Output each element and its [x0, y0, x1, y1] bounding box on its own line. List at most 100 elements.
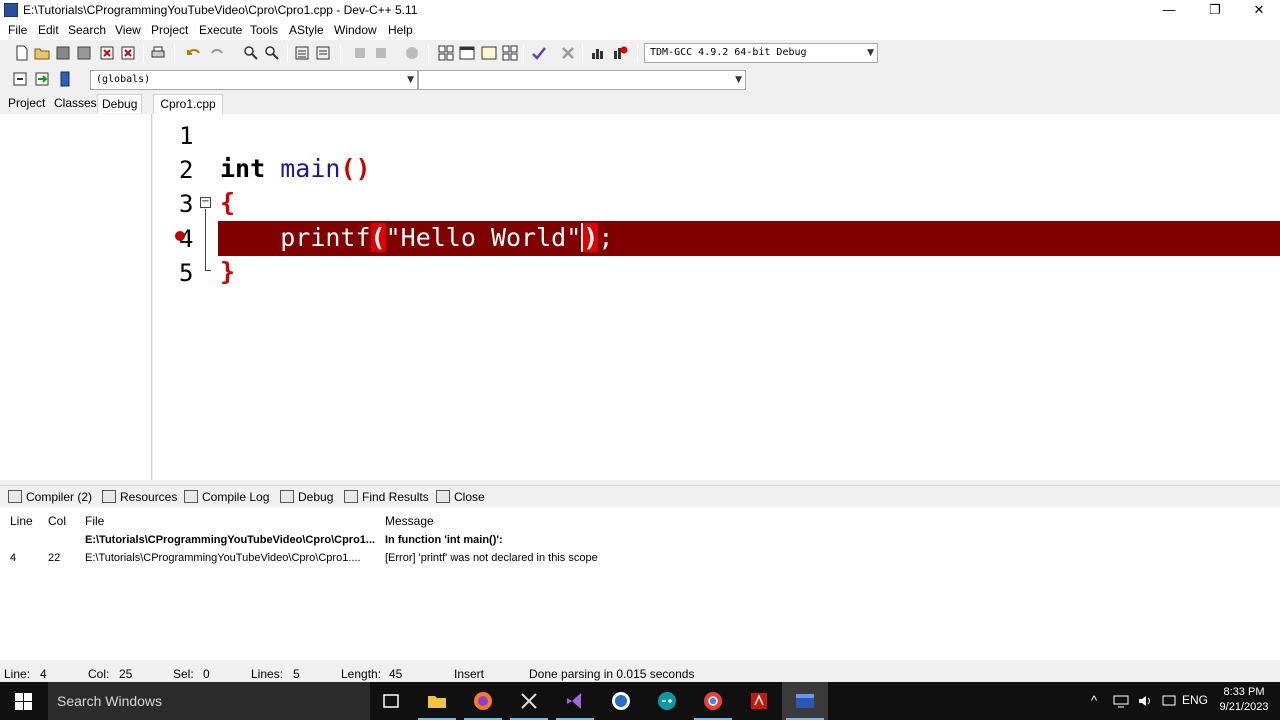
- toolbar-separator: [428, 44, 429, 62]
- tab-classes[interactable]: Classes: [54, 96, 97, 110]
- task-view-icon: [383, 694, 399, 708]
- menu-execute[interactable]: Execute: [199, 23, 242, 37]
- indent-icon[interactable]: [294, 45, 310, 61]
- code-open-brace: {: [220, 188, 236, 217]
- minimize-button[interactable]: —: [1146, 0, 1192, 20]
- save-all-icon[interactable]: [76, 45, 92, 61]
- profile-chart-icon[interactable]: [590, 45, 606, 61]
- header-message[interactable]: Message: [385, 514, 434, 528]
- taskbar-firefox[interactable]: [460, 682, 506, 720]
- save-icon[interactable]: [55, 45, 71, 61]
- tab-resources[interactable]: Resources: [102, 489, 177, 507]
- tab-find-results[interactable]: Find Results: [344, 489, 429, 507]
- taskbar-search[interactable]: Search Windows: [48, 682, 370, 720]
- volume-icon[interactable]: [1137, 694, 1153, 708]
- menu-file[interactable]: File: [8, 23, 27, 37]
- undo-icon[interactable]: [186, 45, 202, 61]
- input-language[interactable]: ENG: [1182, 693, 1208, 707]
- menu-tools[interactable]: Tools: [250, 23, 278, 37]
- close-all-icon[interactable]: [120, 45, 136, 61]
- tab-debug-output[interactable]: Debug: [280, 489, 333, 507]
- header-file[interactable]: File: [85, 514, 104, 528]
- goto-forward-icon[interactable]: [373, 45, 389, 61]
- taskbar-chrome[interactable]: [690, 682, 736, 720]
- compiler-select[interactable]: TDM-GCC 4.9.2 64-bit Debug ▼: [644, 43, 878, 63]
- fold-toggle-icon[interactable]: −: [200, 197, 211, 208]
- toolbar-separator: [582, 44, 583, 62]
- grid-icon[interactable]: [502, 45, 518, 61]
- menu-window[interactable]: Window: [334, 23, 377, 37]
- window-icon[interactable]: [459, 45, 475, 61]
- network-icon[interactable]: [1113, 694, 1129, 708]
- status-message: Done parsing in 0.015 seconds: [529, 667, 695, 681]
- resources-icon: [102, 490, 116, 503]
- code-editor[interactable]: 1 2 3 4 5 − int main() { printf("Hello W…: [153, 114, 1280, 480]
- notification-icon[interactable]: [1161, 694, 1177, 708]
- tab-compiler[interactable]: Compiler (2): [8, 489, 92, 507]
- table-row[interactable]: E:\Tutorials\CProgrammingYouTubeVideo\Cp…: [0, 534, 1280, 550]
- title-bar: E:\Tutorials\CProgrammingYouTubeVideo\Cp…: [0, 0, 1280, 20]
- close-file-icon[interactable]: [99, 45, 115, 61]
- menu-astyle[interactable]: AStyle: [289, 23, 324, 37]
- chevron-down-icon: ▼: [735, 75, 742, 85]
- members-select[interactable]: ▼: [418, 70, 746, 90]
- goto-back-icon[interactable]: [352, 45, 368, 61]
- toggle-icon[interactable]: [57, 71, 73, 87]
- tab-cpro1-cpp[interactable]: Cpro1.cpp: [153, 94, 223, 114]
- find-icon[interactable]: [243, 45, 259, 61]
- unindent-icon[interactable]: [315, 45, 331, 61]
- taskbar-snipping-tool[interactable]: [506, 682, 552, 720]
- windows-start-icon[interactable]: [15, 693, 32, 710]
- show-hidden-icons[interactable]: ^: [1091, 693, 1097, 708]
- globals-select[interactable]: (globals) ▼: [90, 70, 418, 90]
- error-marker-icon[interactable]: [175, 231, 185, 241]
- tab-close[interactable]: Close: [436, 489, 485, 507]
- taskbar-word[interactable]: [598, 682, 644, 720]
- compiler-select-value: TDM-GCC 4.9.2 64-bit Debug: [650, 47, 807, 58]
- taskbar-file-explorer[interactable]: [414, 682, 460, 720]
- print-icon[interactable]: [150, 45, 166, 61]
- taskbar-devcpp[interactable]: [782, 682, 828, 720]
- maximize-button[interactable]: ❐: [1192, 0, 1238, 20]
- menu-view[interactable]: View: [115, 23, 141, 37]
- task-view-button[interactable]: [368, 682, 414, 720]
- profile-delete-icon[interactable]: [612, 45, 628, 61]
- header-line[interactable]: Line: [10, 514, 33, 528]
- header-col[interactable]: Col: [48, 514, 66, 528]
- tab-find-results-label: Find Results: [362, 490, 429, 504]
- menu-search[interactable]: Search: [68, 23, 106, 37]
- tab-compile-log[interactable]: Compile Log: [184, 489, 269, 507]
- taskbar-clock[interactable]: 8:33 PM 9/21/2023: [1215, 685, 1273, 715]
- compiler-messages: Line Col File Message E:\Tutorials\CProg…: [0, 507, 1280, 660]
- close-window-button[interactable]: ✕: [1236, 0, 1280, 20]
- project-new-icon[interactable]: [438, 45, 454, 61]
- code-semicolon: ;: [598, 223, 614, 252]
- menu-help[interactable]: Help: [388, 23, 413, 37]
- table-row[interactable]: 4 22 E:\Tutorials\CProgrammingYouTubeVid…: [0, 552, 1280, 568]
- toolbar-separator: [287, 44, 288, 62]
- chrome-icon: [704, 692, 722, 710]
- row-message: In function 'int main()':: [385, 534, 503, 546]
- taskbar-acrobat[interactable]: [736, 682, 782, 720]
- stop-icon[interactable]: [560, 45, 576, 61]
- menu-project[interactable]: Project: [151, 23, 188, 37]
- bookmark-icon[interactable]: [404, 45, 420, 61]
- acrobat-icon: [751, 693, 767, 709]
- open-file-icon[interactable]: [34, 45, 50, 61]
- check-syntax-icon[interactable]: [531, 45, 547, 61]
- tab-project[interactable]: Project: [8, 96, 45, 110]
- code-keyword: int: [220, 154, 266, 183]
- tab-debug[interactable]: Debug: [97, 94, 143, 113]
- insert-icon[interactable]: [12, 71, 28, 87]
- redo-icon[interactable]: [209, 45, 225, 61]
- layout-icon[interactable]: [481, 45, 497, 61]
- code-call: printf: [280, 223, 371, 252]
- replace-icon[interactable]: [264, 45, 280, 61]
- taskbar-visual-studio[interactable]: [552, 682, 598, 720]
- taskbar-arduino[interactable]: [644, 682, 690, 720]
- status-mode: Insert: [454, 667, 485, 681]
- new-file-icon[interactable]: [14, 45, 30, 61]
- menu-edit[interactable]: Edit: [38, 23, 59, 37]
- line-number: 3: [179, 190, 194, 218]
- goto-icon[interactable]: [34, 71, 50, 87]
